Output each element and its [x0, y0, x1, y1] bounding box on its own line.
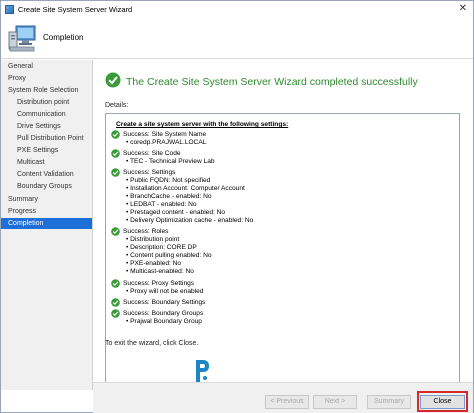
check-icon	[111, 298, 120, 307]
section-line: • Multicast-enabled: No	[126, 268, 194, 275]
wizard-sidebar: General Proxy System Role Selection Dist…	[1, 60, 93, 390]
check-icon	[111, 279, 120, 288]
section-line: • Description: CORE DP	[126, 244, 197, 251]
wizard-window: Create Site System Server Wizard ✕ Compl…	[0, 0, 474, 413]
page-title: Completion	[43, 33, 84, 42]
next-button[interactable]: Next >	[313, 395, 357, 409]
close-button-highlight	[417, 391, 468, 412]
section-title: Success: Proxy Settings	[123, 280, 195, 287]
sidebar-item-pxe-settings[interactable]: PXE Settings	[1, 145, 92, 156]
check-icon	[111, 130, 120, 139]
section-line: • BranchCache - enabled: No	[126, 193, 212, 200]
sidebar-item-pull-distribution-point[interactable]: Pull Distribution Point	[1, 133, 92, 144]
sidebar-item-boundary-groups[interactable]: Boundary Groups	[1, 181, 92, 192]
sidebar-item-multicast[interactable]: Multicast	[1, 157, 92, 168]
title-bar: Create Site System Server Wizard ✕	[1, 1, 473, 17]
details-heading: Create a site system server with the fol…	[116, 121, 289, 128]
sidebar-item-system-role-selection[interactable]: System Role Selection	[1, 85, 92, 96]
prajwal-logo-icon	[196, 360, 209, 382]
sidebar-item-proxy[interactable]: Proxy	[1, 73, 92, 84]
sidebar-item-summary[interactable]: Summary	[1, 194, 92, 205]
section-title: Success: Boundary Groups	[123, 310, 204, 317]
summary-button[interactable]: Summary	[367, 395, 411, 409]
sidebar-item-drive-settings[interactable]: Drive Settings	[1, 121, 92, 132]
section-title: Success: Boundary Settings	[123, 299, 206, 306]
section-line: • Delivery Optimization cache - enabled:…	[126, 217, 254, 224]
details-label: Details:	[105, 102, 129, 109]
section-title: Success: Settings	[123, 169, 176, 176]
section-line: • coredp.PRAJWAL.LOCAL	[126, 139, 207, 146]
window-title: Create Site System Server Wizard	[18, 4, 133, 14]
check-icon	[111, 149, 120, 158]
section-line: • Prestaged content - enabled: No	[126, 209, 226, 216]
section-title: Success: Site System Name	[123, 131, 207, 138]
previous-button[interactable]: < Previous	[265, 395, 309, 409]
sidebar-item-distribution-point[interactable]: Distribution point	[1, 97, 92, 108]
wizard-header: Completion	[1, 17, 473, 59]
section-line: • TEC - Technical Preview Lab	[126, 158, 215, 165]
app-icon	[5, 4, 14, 14]
section-line: • Distribution point	[126, 236, 180, 243]
section-line: • PXE-enabled: No	[126, 260, 182, 267]
section-title: Success: Site Code	[123, 150, 181, 157]
section-title: Success: Roles	[123, 228, 169, 235]
close-window-icon[interactable]: ✕	[459, 3, 467, 15]
section-line: • Installation Account: Computer Account	[126, 185, 245, 192]
success-message: The Create Site System Server Wizard com…	[126, 76, 418, 88]
success-check-icon	[105, 72, 121, 88]
sidebar-item-communication[interactable]: Communication	[1, 109, 92, 120]
check-icon	[111, 168, 120, 177]
exit-instruction: To exit the wizard, click Close.	[105, 340, 199, 347]
sidebar-item-completion[interactable]: Completion	[1, 218, 92, 229]
section-line: • Proxy will not be enabled	[126, 288, 204, 295]
sidebar-item-content-validation[interactable]: Content Validation	[1, 169, 92, 180]
section-line: • Public FQDN: Not specified	[126, 177, 211, 184]
check-icon	[111, 309, 120, 318]
check-icon	[111, 227, 120, 236]
section-line: • Prajwal Boundary Group	[126, 318, 202, 325]
sidebar-item-progress[interactable]: Progress	[1, 206, 92, 217]
section-line: • Content pulling enabled: No	[126, 252, 212, 259]
computer-icon	[8, 25, 36, 52]
section-line: • LEDBAT - enabled: No	[126, 201, 197, 208]
sidebar-item-general[interactable]: General	[1, 61, 92, 72]
